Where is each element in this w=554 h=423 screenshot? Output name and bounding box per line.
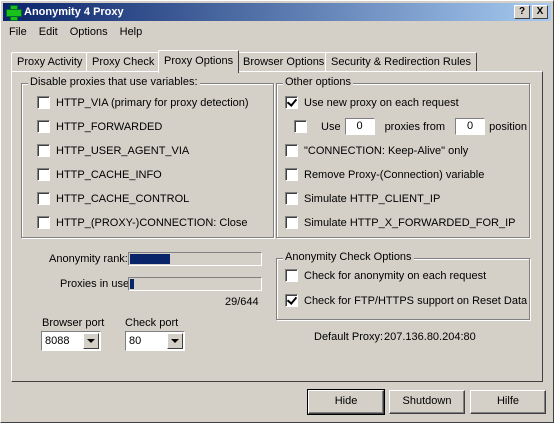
tab-browser-options[interactable]: Browser Options [237,52,331,72]
checkbox[interactable] [37,144,50,157]
option-simulate-client-ip[interactable]: Simulate HTTP_CLIENT_IP [285,192,440,205]
app-cross-icon [6,5,22,21]
browser-port-select[interactable]: 8088 [41,331,101,351]
browser-port-value: 8088 [45,335,70,347]
option-label: Check for FTP/HTTPS support on Reset Dat… [304,294,528,307]
option-use-proxies-from[interactable]: Use 0 proxies from 0 position [294,118,527,135]
checkbox[interactable] [285,144,298,157]
use-label: Use [321,120,341,133]
menu-options[interactable]: Options [64,26,114,38]
position-field[interactable]: 0 [455,118,486,135]
tab-proxy-activity[interactable]: Proxy Activity [11,52,89,72]
checkbox-checked[interactable] [285,96,298,109]
option-remove-proxy-connection[interactable]: Remove Proxy-(Connection) variable [285,168,484,181]
help-title-button[interactable]: ? [514,5,530,19]
check-group-title: Anonymity Check Options [283,251,414,263]
help-button[interactable]: Hilfe [470,390,546,414]
option-http-via[interactable]: HTTP_VIA (primary for proxy detection) [37,96,249,109]
menu-bar: File Edit Options Help [3,22,551,41]
option-label: Check for anonymity on each request [304,269,487,282]
checkbox[interactable] [285,168,298,181]
checkbox[interactable] [37,168,50,181]
check-port-select[interactable]: 80 [125,331,185,351]
checkbox[interactable] [37,216,50,229]
option-label: HTTP_FORWARDED [56,120,163,133]
option-label: Remove Proxy-(Connection) variable [304,168,485,181]
app-window: Anonymity 4 Proxy ? X File Edit Options … [0,0,554,423]
proxies-in-use-bar [128,277,262,291]
tab-proxy-check[interactable]: Proxy Check [86,52,161,72]
browser-port-label: Browser port [42,317,105,329]
chevron-down-icon[interactable] [83,333,99,349]
option-label: HTTP_VIA (primary for proxy detection) [56,96,249,109]
disable-proxies-group: Disable proxies that use variables: HTTP… [21,76,274,238]
hide-button[interactable]: Hide [307,389,385,415]
anonymity-rank-label: Anonymity rank: [49,253,128,265]
other-options-group: Other options Use new proxy on each requ… [276,76,530,238]
chevron-down-icon[interactable] [167,333,183,349]
menu-file[interactable]: File [3,26,33,38]
option-new-proxy-each-request[interactable]: Use new proxy on each request [285,96,459,109]
checkbox[interactable] [37,120,50,133]
close-button[interactable]: X [532,5,548,19]
menu-edit[interactable]: Edit [33,26,64,38]
anonymity-rank-fill [130,254,171,264]
checkbox[interactable] [294,120,307,133]
option-check-each-request[interactable]: Check for anonymity on each request [285,269,486,282]
default-proxy-value: 207.136.80.204:80 [384,331,476,343]
option-label: HTTP_USER_AGENT_VIA [56,144,190,157]
use-count-field[interactable]: 0 [344,118,375,135]
shutdown-button[interactable]: Shutdown [389,390,465,414]
checkbox-checked[interactable] [285,294,298,307]
option-label: Simulate HTTP_X_FORWARDED_FOR_IP [304,216,516,229]
option-http-forwarded[interactable]: HTTP_FORWARDED [37,120,162,133]
option-label: Simulate HTTP_CLIENT_IP [304,192,441,205]
proxies-from-label: proxies from [384,120,446,133]
window-title: Anonymity 4 Proxy [24,6,124,18]
option-simulate-forwarded-for-ip[interactable]: Simulate HTTP_X_FORWARDED_FOR_IP [285,216,516,229]
checkbox[interactable] [37,96,50,109]
option-label: HTTP_CACHE_CONTROL [56,192,190,205]
other-group-title: Other options [283,76,354,88]
anonymity-rank-bar [128,252,262,266]
option-http-cache-control[interactable]: HTTP_CACHE_CONTROL [37,192,189,205]
option-label: HTTP_CACHE_INFO [56,168,162,181]
checkbox[interactable] [285,269,298,282]
option-proxy-connection-close[interactable]: HTTP_(PROXY-)CONNECTION: Close [37,216,248,229]
tab-security-redirection[interactable]: Security & Redirection Rules [325,52,478,72]
position-label: position [489,120,528,133]
checkbox[interactable] [285,216,298,229]
option-http-user-agent-via[interactable]: HTTP_USER_AGENT_VIA [37,144,189,157]
option-label: "CONNECTION: Keep-Alive" only [304,144,469,157]
proxy-options-panel: Disable proxies that use variables: HTTP… [11,71,543,382]
option-label: Use new proxy on each request [304,96,459,109]
title-bar[interactable]: Anonymity 4 Proxy ? X [3,3,551,21]
tab-proxy-options[interactable]: Proxy Options [158,50,240,73]
check-port-value: 80 [129,335,142,347]
option-keep-alive-only[interactable]: "CONNECTION: Keep-Alive" only [285,144,468,157]
menu-help[interactable]: Help [114,26,149,38]
option-http-cache-info[interactable]: HTTP_CACHE_INFO [37,168,162,181]
checkbox[interactable] [285,192,298,205]
proxies-count: 29/644 [225,296,259,308]
proxies-in-use-fill [130,279,134,289]
disable-group-title: Disable proxies that use variables: [28,76,200,88]
option-check-ftp-https[interactable]: Check for FTP/HTTPS support on Reset Dat… [285,294,527,307]
anonymity-check-group: Anonymity Check Options Check for anonym… [276,251,530,320]
option-label: HTTP_(PROXY-)CONNECTION: Close [56,216,248,229]
check-port-label: Check port [125,317,179,329]
checkbox[interactable] [37,192,50,205]
default-proxy-label: Default Proxy: [314,331,384,343]
proxies-in-use-label: Proxies in use [60,278,130,290]
